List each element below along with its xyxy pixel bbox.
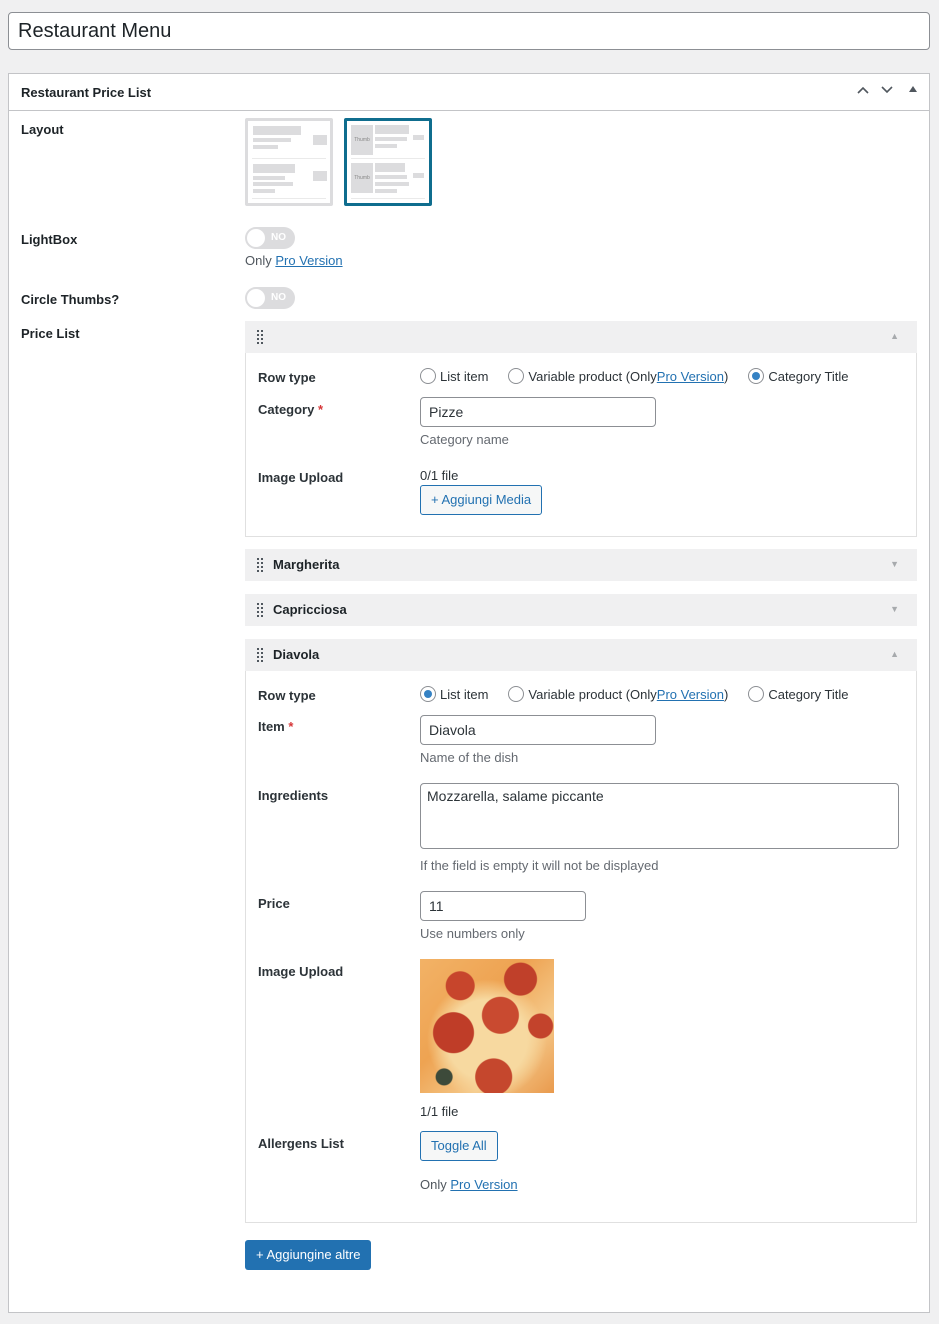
drag-handle-icon[interactable] [257, 648, 263, 662]
group-header-capricciosa[interactable]: Capricciosa ▼ [245, 594, 917, 626]
triangle-up-icon [909, 86, 917, 92]
lightbox-pro-note: Only Pro Version [245, 253, 343, 268]
metabox-header: Restaurant Price List [9, 74, 929, 111]
collapse-arrow-icon[interactable]: ▲ [890, 649, 899, 659]
uploaded-pizza-image[interactable] [420, 959, 554, 1093]
radio-category-title[interactable]: Category Title [748, 368, 849, 384]
row-type-label: Row type [258, 370, 316, 385]
group-header-category[interactable]: ▲ [245, 321, 917, 353]
row-type-label: Row type [258, 688, 316, 703]
toggle-knob [247, 229, 265, 247]
restaurant-price-list-metabox: Restaurant Price List Layout Thumb Thumb [8, 73, 930, 1313]
group-title: Diavola [273, 647, 320, 662]
add-media-button[interactable]: + Aggiungi Media [420, 485, 543, 515]
price-list-label: Price List [21, 326, 80, 341]
radio-variable-product[interactable]: Variable product (Only Pro Version) [508, 368, 728, 384]
layout-option-thumb[interactable]: Thumb Thumb [344, 118, 432, 206]
row-type-radio-group: List item Variable product (Only Pro Ver… [420, 686, 869, 702]
pro-version-link[interactable]: Pro Version [275, 253, 342, 268]
pro-version-link[interactable]: Pro Version [657, 687, 724, 702]
group-title: Capricciosa [273, 602, 347, 617]
radio-category-title[interactable]: Category Title [748, 686, 849, 702]
allergens-label: Allergens List [258, 1136, 344, 1151]
item-input[interactable]: Diavola [420, 715, 656, 745]
price-label: Price [258, 896, 290, 911]
drag-handle-icon[interactable] [257, 330, 263, 344]
toggle-all-button[interactable]: Toggle All [420, 1131, 498, 1161]
ingredients-label: Ingredients [258, 788, 329, 803]
thumb-placeholder: Thumb [351, 163, 373, 193]
move-up-button[interactable] [853, 82, 873, 102]
ingredients-textarea[interactable]: Mozzarella, salame piccante [420, 783, 899, 849]
group-header-diavola[interactable]: Diavola ▲ [245, 639, 917, 671]
add-more-button[interactable]: + Aggiungine altre [245, 1240, 372, 1270]
group-body-category: Row type List item Variable product (Onl… [245, 353, 917, 537]
price-description: Use numbers only [420, 926, 525, 941]
item-description: Name of the dish [420, 750, 519, 765]
post-title-input[interactable]: Restaurant Menu [8, 12, 930, 50]
chevron-up-icon [857, 86, 869, 94]
ingredients-description: If the field is empty it will not be dis… [420, 858, 659, 873]
metabox-title: Restaurant Price List [21, 85, 152, 100]
toggle-panel-button[interactable] [903, 82, 923, 102]
group-title: Margherita [273, 557, 340, 572]
expand-arrow-icon[interactable]: ▼ [890, 604, 899, 614]
row-type-radio-group: List item Variable product (Only Pro Ver… [420, 368, 869, 384]
pro-version-link[interactable]: Pro Version [657, 369, 724, 384]
pro-version-link[interactable]: Pro Version [450, 1177, 517, 1192]
thumb-placeholder: Thumb [351, 125, 373, 155]
chevron-down-icon [881, 86, 893, 94]
file-count: 1/1 file [420, 1104, 459, 1119]
toggle-state: NO [271, 292, 286, 303]
move-down-button[interactable] [877, 82, 897, 102]
category-input[interactable]: Pizze [420, 397, 656, 427]
radio-list-item[interactable]: List item [420, 686, 488, 702]
lightbox-label: LightBox [21, 232, 78, 247]
file-count: 0/1 file [420, 468, 459, 483]
group-body-diavola: Row type List item Variable product (Onl… [245, 671, 917, 1223]
group-header-margherita[interactable]: Margherita ▼ [245, 549, 917, 581]
drag-handle-icon[interactable] [257, 603, 263, 617]
drag-handle-icon[interactable] [257, 558, 263, 572]
lightbox-toggle[interactable]: NO [245, 227, 295, 249]
category-description: Category name [420, 432, 509, 447]
circle-thumbs-toggle[interactable]: NO [245, 287, 295, 309]
image-upload-label: Image Upload [258, 470, 344, 485]
layout-label: Layout [21, 122, 64, 137]
collapse-arrow-icon[interactable]: ▲ [890, 331, 899, 341]
expand-arrow-icon[interactable]: ▼ [890, 559, 899, 569]
toggle-knob [247, 289, 265, 307]
layout-option-list[interactable] [245, 118, 333, 206]
allergens-pro-note: Only Pro Version [420, 1177, 518, 1192]
item-label: Item * [258, 719, 294, 734]
category-label: Category * [258, 402, 324, 417]
radio-variable-product[interactable]: Variable product (Only Pro Version) [508, 686, 728, 702]
circle-thumbs-label: Circle Thumbs? [21, 292, 120, 307]
price-input[interactable]: 11 [420, 891, 586, 921]
radio-list-item[interactable]: List item [420, 368, 488, 384]
toggle-state: NO [271, 232, 286, 243]
image-upload-label: Image Upload [258, 964, 344, 979]
